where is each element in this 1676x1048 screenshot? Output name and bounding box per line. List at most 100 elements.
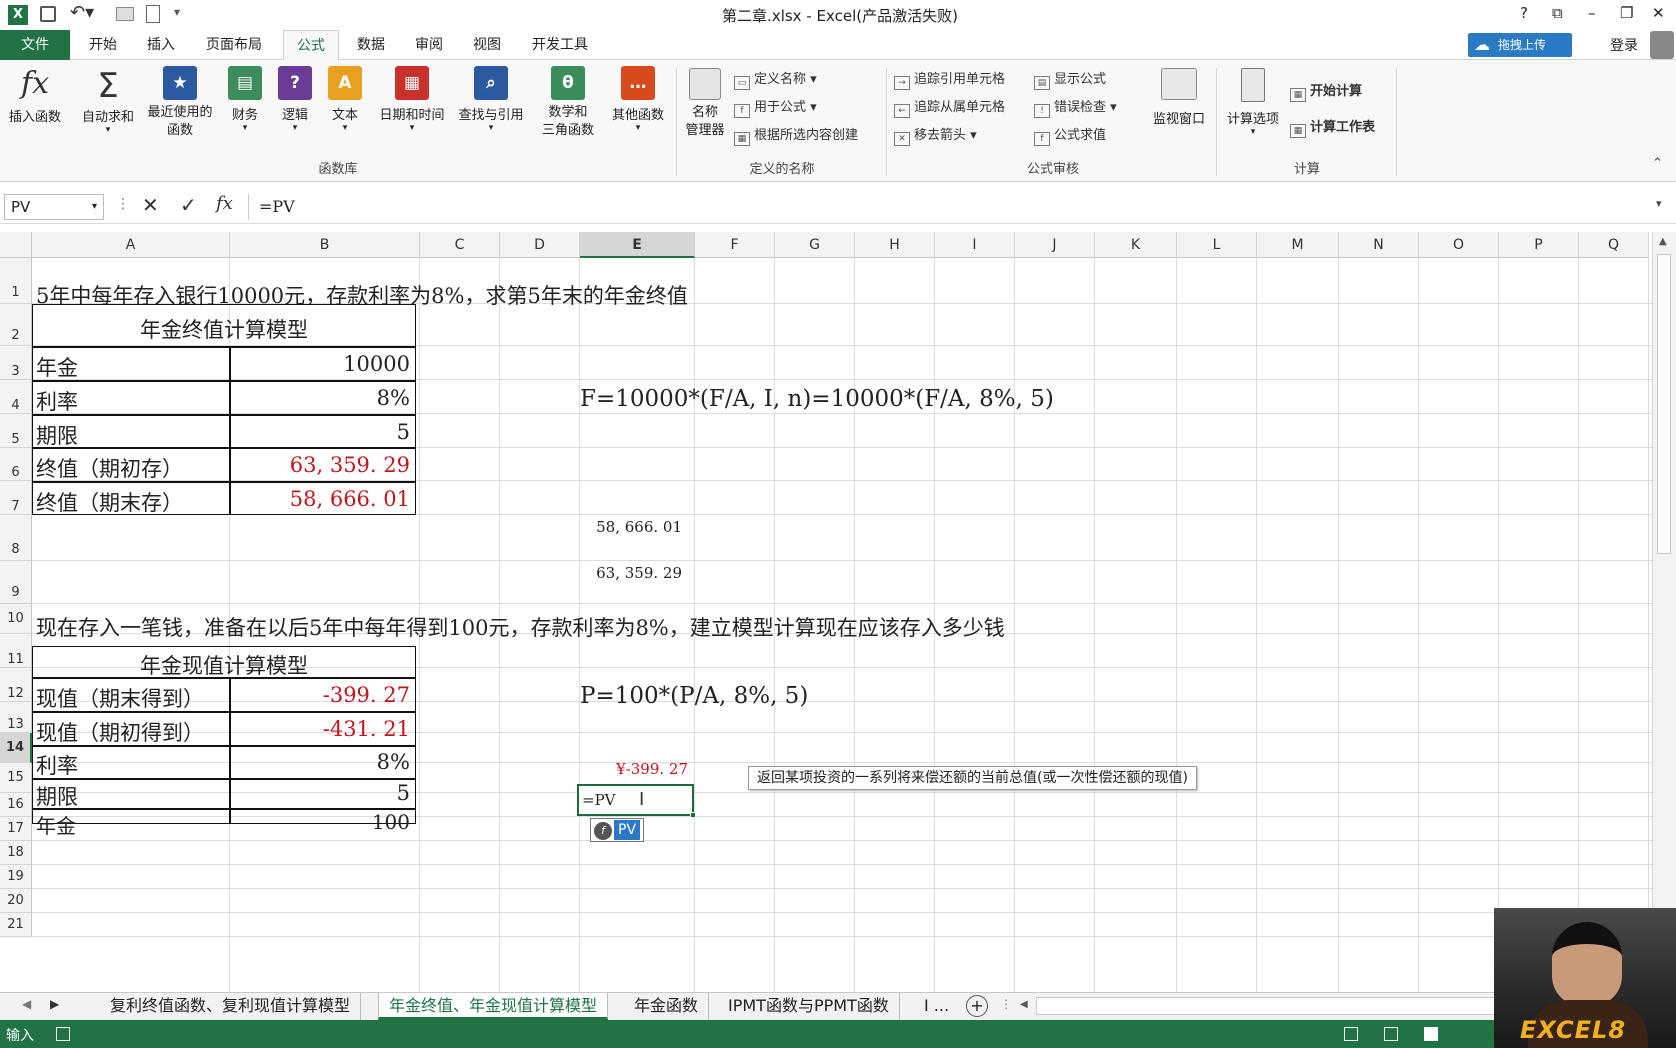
column-header-g[interactable]: G (775, 232, 855, 258)
table2-value[interactable]: 8% (230, 750, 414, 774)
column-header-i[interactable]: I (935, 232, 1015, 258)
row-header-4[interactable]: 4 (0, 380, 32, 414)
scroll-up-icon[interactable]: ▲ (1659, 236, 1667, 247)
cell-e7[interactable]: 58, 666. 01 (576, 518, 682, 536)
macro-record-icon[interactable] (56, 1027, 70, 1041)
financial-button[interactable]: ▤ 财务 ▾ (222, 66, 268, 133)
trace-precedents-button[interactable]: → 追踪引用单元格 (894, 68, 1005, 90)
row-header-8[interactable]: 8 (0, 515, 32, 561)
table1-value[interactable]: 8% (230, 386, 414, 410)
row-header-3[interactable]: 3 (0, 346, 32, 380)
calculation-options-button[interactable]: 计算选项 ▾ (1220, 68, 1286, 137)
column-header-e[interactable]: E (580, 232, 695, 258)
tab-file[interactable]: 文件 (0, 30, 70, 60)
sheet-tab[interactable]: 复利终值函数、复利现值计算模型 (100, 993, 362, 1020)
cell-a9-question[interactable]: 现在存入一笔钱，准备在以后5年中每年得到100元，存款利率为8%，建立模型计算现… (36, 612, 1005, 642)
row-header-13[interactable]: 13 (0, 702, 32, 733)
horizontal-scroll-left-icon[interactable]: ◀ (1020, 999, 1028, 1010)
worksheet-grid[interactable]: ABCDEFGHIJKLMNOPQ 1 2 3 4 5 6 7 8 9 10 11 12 13 14 15 1… (0, 232, 1676, 992)
avatar[interactable] (1650, 31, 1674, 59)
text-button[interactable]: A 文本 ▾ (322, 66, 368, 133)
error-checking-button[interactable]: ! 错误检查 ▾ (1034, 96, 1117, 118)
open-icon[interactable] (116, 7, 134, 21)
tab-review[interactable]: 审阅 (406, 30, 452, 60)
select-all-corner[interactable] (0, 232, 32, 258)
table1-label[interactable]: 利率 (32, 386, 78, 416)
tab-view[interactable]: 视图 (464, 30, 510, 60)
name-manager-button[interactable]: 名称 管理器 (680, 68, 730, 140)
row-header-10[interactable]: 10 (0, 604, 32, 634)
column-header-c[interactable]: C (420, 232, 500, 258)
upload-button[interactable]: ☁ 拖拽上传 (1468, 33, 1572, 57)
minimize-button[interactable]: – (1588, 4, 1596, 22)
column-header-p[interactable]: P (1499, 232, 1579, 258)
sheet-tab[interactable]: I ... (918, 993, 955, 1020)
next-sheet-icon[interactable]: ▶ (50, 997, 59, 1011)
table1-value[interactable]: 10000 (230, 352, 414, 376)
tab-page-layout[interactable]: 页面布局 (198, 30, 270, 60)
row-header-9[interactable]: 9 (0, 561, 32, 604)
watch-window-button[interactable]: 监视窗口 (1144, 68, 1214, 127)
save-icon[interactable] (40, 6, 56, 22)
column-header-b[interactable]: B (230, 232, 420, 258)
vertical-scrollbar[interactable]: ▲ (1652, 232, 1676, 992)
recent-functions-button[interactable]: ★ 最近使用的 函数 (140, 66, 220, 140)
table2-label[interactable]: 利率 (32, 750, 78, 780)
expand-formula-icon[interactable]: ▾ (1656, 197, 1662, 210)
undo-icon[interactable]: ↶▾ (70, 2, 94, 23)
login-link[interactable]: 登录 (1610, 35, 1638, 55)
sheet-tab-active[interactable]: 年金终值、年金现值计算模型 (378, 993, 609, 1020)
column-header-d[interactable]: D (500, 232, 580, 258)
column-header-h[interactable]: H (855, 232, 935, 258)
enter-icon[interactable]: ✓ (180, 193, 197, 217)
column-header-j[interactable]: J (1015, 232, 1095, 258)
cell-e11-formula-text[interactable]: P=100*(P/A, 8%, 5) (580, 683, 808, 709)
tab-home[interactable]: 开始 (80, 30, 126, 60)
column-header-n[interactable]: N (1339, 232, 1419, 258)
active-cell-e14[interactable]: =PV I (577, 784, 696, 818)
create-from-selection-button[interactable]: ▦ 根据所选内容创建 (734, 124, 858, 146)
remove-arrows-button[interactable]: ✕ 移去箭头 ▾ (894, 124, 977, 146)
table1-value[interactable]: 58, 666. 01 (230, 487, 414, 511)
table2-label[interactable]: 现值（期末得到） (32, 683, 204, 713)
trace-dependents-button[interactable]: ← 追踪从属单元格 (894, 96, 1005, 118)
column-header-q[interactable]: Q (1579, 232, 1649, 258)
row-header-16[interactable]: 16 (0, 793, 32, 817)
restore-button[interactable]: ❐ (1620, 4, 1633, 22)
datetime-button[interactable]: ▦ 日期和时间 ▾ (372, 66, 452, 133)
sheet-tab[interactable]: 年金函数 (624, 993, 710, 1020)
close-button[interactable]: ✕ (1652, 4, 1665, 22)
page-break-view-icon[interactable] (1424, 1027, 1438, 1041)
row-header-18[interactable]: 18 (0, 841, 32, 865)
table2-value[interactable]: -431. 21 (230, 717, 414, 741)
table1-label[interactable]: 年金 (32, 352, 78, 382)
ribbon-display-button[interactable]: ⧉ (1552, 4, 1563, 22)
row-header-11[interactable]: 11 (0, 634, 32, 668)
column-header-f[interactable]: F (695, 232, 775, 258)
row-header-12[interactable]: 12 (0, 668, 32, 702)
cell-e4-formula-text[interactable]: F=10000*(F/A, I, n)=10000*(F/A, 8%, 5) (580, 386, 1054, 412)
split-handle-icon[interactable]: ⋮ (1000, 997, 1012, 1011)
math-button[interactable]: θ 数学和 三角函数 (530, 66, 606, 140)
column-header-l[interactable]: L (1177, 232, 1257, 258)
table2-label[interactable]: 现值（期初得到） (32, 717, 204, 747)
row-header-17[interactable]: 17 (0, 817, 32, 841)
show-formulas-button[interactable]: ▤ 显示公式 (1034, 68, 1106, 90)
table2-value[interactable]: 5 (230, 781, 414, 805)
scroll-thumb[interactable] (1657, 254, 1671, 554)
tab-developer[interactable]: 开发工具 (522, 30, 598, 60)
table1-label[interactable]: 期限 (32, 420, 78, 450)
row-header-2[interactable]: 2 (0, 304, 32, 346)
table1-value[interactable]: 5 (230, 420, 414, 444)
autocomplete-item-pv[interactable]: f PV (590, 818, 644, 842)
define-name-button[interactable]: ▭ 定义名称 ▾ (734, 68, 817, 90)
table2-value[interactable]: 100 (230, 810, 414, 834)
new-icon[interactable] (146, 5, 160, 23)
lookup-button[interactable]: ⌕ 查找与引用 ▾ (452, 66, 530, 133)
prev-sheet-icon[interactable]: ◀ (22, 997, 31, 1011)
horizontal-scrollbar[interactable] (1036, 997, 1496, 1015)
calculate-sheet-button[interactable]: ▦ 计算工作表 (1290, 116, 1375, 138)
evaluate-formula-button[interactable]: f 公式求值 (1034, 124, 1106, 146)
sheet-tab[interactable]: IPMT函数与PPMT函数 (718, 993, 900, 1020)
normal-view-icon[interactable] (1344, 1027, 1358, 1041)
